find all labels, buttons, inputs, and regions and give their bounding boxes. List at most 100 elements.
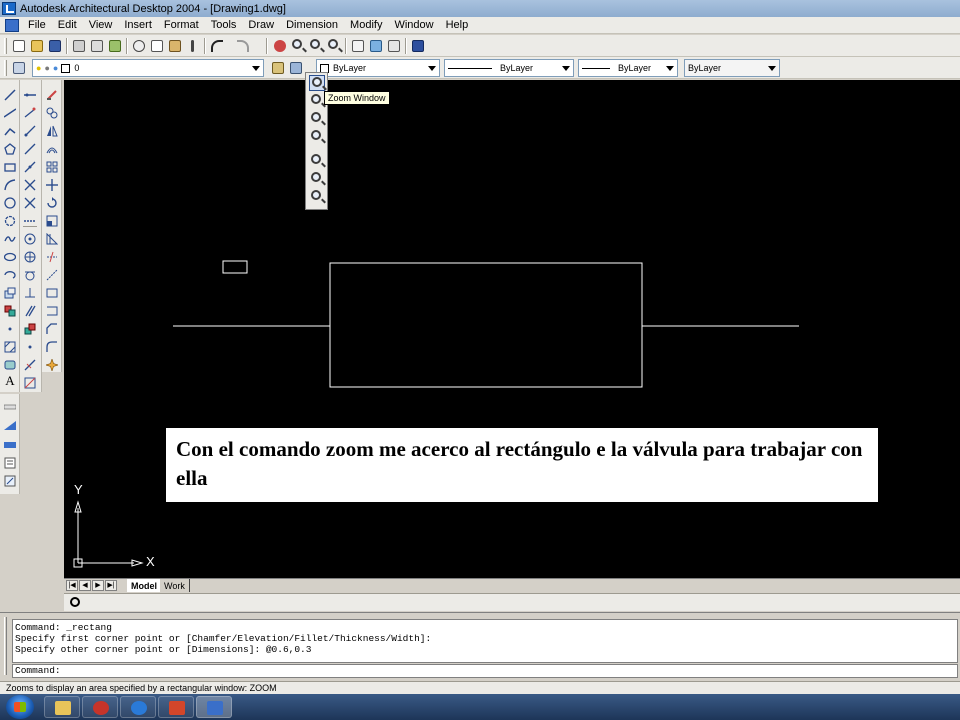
ellipse-arc-icon[interactable] [3,268,17,282]
spline-icon[interactable] [3,232,17,246]
locate-point-icon[interactable] [3,474,17,488]
layer-combo[interactable]: ● ● ● 0 [32,59,264,77]
offset-icon[interactable] [45,142,59,156]
tab-model[interactable]: Model [127,579,162,592]
make-layer-current-icon[interactable] [270,60,286,76]
tab-first-icon[interactable]: |◀ [66,580,78,591]
new-icon[interactable] [11,38,27,54]
construction-line-icon[interactable] [3,106,17,120]
zoom-realtime-icon[interactable] [290,38,306,54]
revision-cloud-icon[interactable] [3,214,17,228]
command-input[interactable]: Command: [12,664,958,678]
zoom-out-icon[interactable] [309,171,325,187]
menu-draw[interactable]: Draw [242,19,280,31]
zoom-dynamic-icon[interactable] [309,93,325,109]
publish-icon[interactable] [107,38,123,54]
tab-work[interactable]: Work [160,579,190,592]
match-properties-icon[interactable] [185,38,201,54]
door-icon[interactable] [23,106,37,120]
zoom-window-icon[interactable] [308,38,324,54]
command-window-grip[interactable] [4,617,7,675]
stretch-icon[interactable] [45,232,59,246]
menu-format[interactable]: Format [158,19,205,31]
menu-tools[interactable]: Tools [205,19,243,31]
rotate-icon[interactable] [45,196,59,210]
open-icon[interactable] [29,38,45,54]
distance-icon[interactable] [3,400,17,414]
crossing-icon[interactable] [23,196,37,210]
pan-realtime-icon[interactable] [272,38,288,54]
hatch-icon[interactable] [3,340,17,354]
arc-icon[interactable] [3,178,17,192]
cut-icon[interactable] [131,38,147,54]
menu-file[interactable]: File [22,19,52,31]
zoom-scale-icon[interactable] [309,111,325,127]
properties-icon[interactable] [350,38,366,54]
chamfer-icon[interactable] [45,322,59,336]
scale-icon[interactable] [45,214,59,228]
toolbar-grip[interactable] [4,60,7,76]
taskbar-powerpoint-button[interactable] [158,696,194,718]
snap-center-icon[interactable] [23,232,37,246]
zoom-window-icon[interactable] [309,75,325,91]
point-icon[interactable] [3,322,17,336]
rectangle-icon[interactable] [3,160,17,174]
zoom-previous-icon[interactable] [326,38,342,54]
insert-block-icon[interactable] [3,286,17,300]
plot-icon[interactable] [71,38,87,54]
extend-icon[interactable] [45,268,59,282]
wall-icon[interactable] [23,88,37,102]
polyline-icon[interactable] [3,124,17,138]
taskbar-explorer-button[interactable] [44,696,80,718]
opening-icon[interactable] [23,142,37,156]
target-icon[interactable] [70,597,80,607]
erase-icon[interactable] [45,88,59,102]
zoom-in-icon[interactable] [309,153,325,169]
menu-modify[interactable]: Modify [344,19,388,31]
snap-insert-icon[interactable] [23,322,37,336]
design-center-icon[interactable] [368,38,384,54]
menu-edit[interactable]: Edit [52,19,83,31]
taskbar-ie-button[interactable] [120,696,156,718]
snap-point-icon[interactable] [23,340,37,354]
drawing-canvas[interactable]: Y X [64,80,960,578]
area-icon[interactable] [3,418,17,432]
intersect-icon[interactable] [23,178,37,192]
layer-manager-icon[interactable] [11,60,27,76]
taskbar-autocad-button[interactable] [196,696,232,718]
start-button[interactable] [6,695,34,719]
trim-icon[interactable] [45,250,59,264]
break-at-point-icon[interactable] [45,304,59,318]
polygon-icon[interactable] [3,142,17,156]
menu-insert[interactable]: Insert [118,19,158,31]
line-icon[interactable] [3,88,17,102]
make-block-icon[interactable] [3,304,17,318]
paste-icon[interactable] [167,38,183,54]
copy-object-icon[interactable] [45,106,59,120]
redo-icon[interactable] [235,38,251,54]
menu-window[interactable]: Window [388,19,439,31]
help-icon[interactable] [410,38,426,54]
snap-tangent-icon[interactable] [23,268,37,282]
tab-last-icon[interactable]: ▶| [105,580,117,591]
linetype-combo[interactable]: ByLayer [444,59,574,77]
color-combo[interactable]: ByLayer [316,59,440,77]
autocad-app-icon[interactable] [2,2,16,15]
lineweight-combo[interactable]: ByLayer [578,59,678,77]
snap-perpendicular-icon[interactable] [23,286,37,300]
tool-palettes-icon[interactable] [386,38,402,54]
snap-nearest-icon[interactable] [23,358,37,372]
snap-parallel-icon[interactable] [23,304,37,318]
taskbar-media-button[interactable] [82,696,118,718]
zoom-center-icon[interactable] [309,129,325,145]
toolbar-grip[interactable] [4,38,7,54]
tab-prev-icon[interactable]: ◀ [79,580,91,591]
circle-icon[interactable] [3,196,17,210]
snap-node-icon[interactable] [23,250,37,264]
menu-view[interactable]: View [83,19,119,31]
fillet-icon[interactable] [45,340,59,354]
list-icon[interactable] [3,456,17,470]
ellipse-icon[interactable] [3,250,17,264]
zoom-all-icon[interactable] [309,189,325,205]
snap-none-icon[interactable] [23,376,37,390]
